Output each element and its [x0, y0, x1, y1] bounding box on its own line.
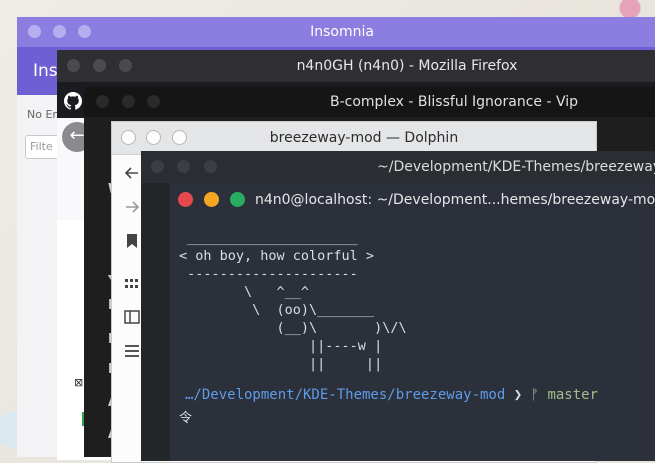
- forward-arrow-icon[interactable]: [122, 199, 142, 219]
- prompt-separator: ❯: [513, 387, 523, 403]
- vip-titlebar[interactable]: B-complex - Blissful Ignorance - Vip: [84, 87, 655, 117]
- window-title: B-complex - Blissful Ignorance - Vip: [329, 94, 579, 110]
- maximize-button[interactable]: [230, 192, 245, 207]
- terminal-input[interactable]: 令: [179, 407, 192, 426]
- close-button[interactable]: [178, 192, 193, 207]
- git-branch-icon: ᚠ: [530, 387, 540, 403]
- menu-icon[interactable]: [122, 343, 142, 363]
- bookmark-icon[interactable]: [122, 233, 142, 253]
- github-icon[interactable]: [64, 92, 83, 110]
- terminal-window[interactable]: n4n0@localhost: ~/Development...hemes/br…: [170, 183, 655, 461]
- prompt-path: …/Development/KDE-Themes/breezeway-mod: [185, 387, 506, 403]
- icons-view-icon[interactable]: [122, 276, 142, 296]
- cowsay-output: _____________________ < oh boy, how colo…: [179, 230, 407, 372]
- window-title: breezeway-mod — Dolphin: [269, 130, 459, 146]
- window-title: Insomnia: [310, 24, 374, 40]
- close-button[interactable]: [151, 160, 164, 173]
- minimize-button[interactable]: [204, 192, 219, 207]
- checkbox-icon[interactable]: ⊠: [74, 376, 83, 389]
- environment-label[interactable]: No En: [27, 108, 59, 121]
- insomnia-titlebar[interactable]: Insomnia: [17, 17, 655, 47]
- window-title: n4n0GH (n4n0) - Mozilla Firefox: [296, 58, 518, 74]
- firefox-titlebar[interactable]: n4n0GH (n4n0) - Mozilla Firefox: [57, 50, 655, 82]
- workspace-name[interactable]: Ins: [33, 61, 58, 81]
- window-title: n4n0@localhost: ~/Development...hemes/br…: [255, 191, 655, 208]
- minimize-button[interactable]: [177, 160, 190, 173]
- konsole-titlebar[interactable]: ~/Development/KDE-Themes/breezeway: [141, 151, 655, 183]
- maximize-button[interactable]: [204, 160, 217, 173]
- terminal-titlebar[interactable]: n4n0@localhost: ~/Development...hemes/br…: [170, 183, 655, 216]
- back-arrow-icon[interactable]: [122, 165, 142, 185]
- shell-prompt: …/Development/KDE-Themes/breezeway-mod ❯…: [185, 387, 598, 403]
- window-title: ~/Development/KDE-Themes/breezeway: [377, 159, 655, 175]
- git-branch: master: [547, 387, 599, 403]
- filter-placeholder: Filte: [30, 140, 53, 153]
- split-view-icon[interactable]: [122, 309, 142, 329]
